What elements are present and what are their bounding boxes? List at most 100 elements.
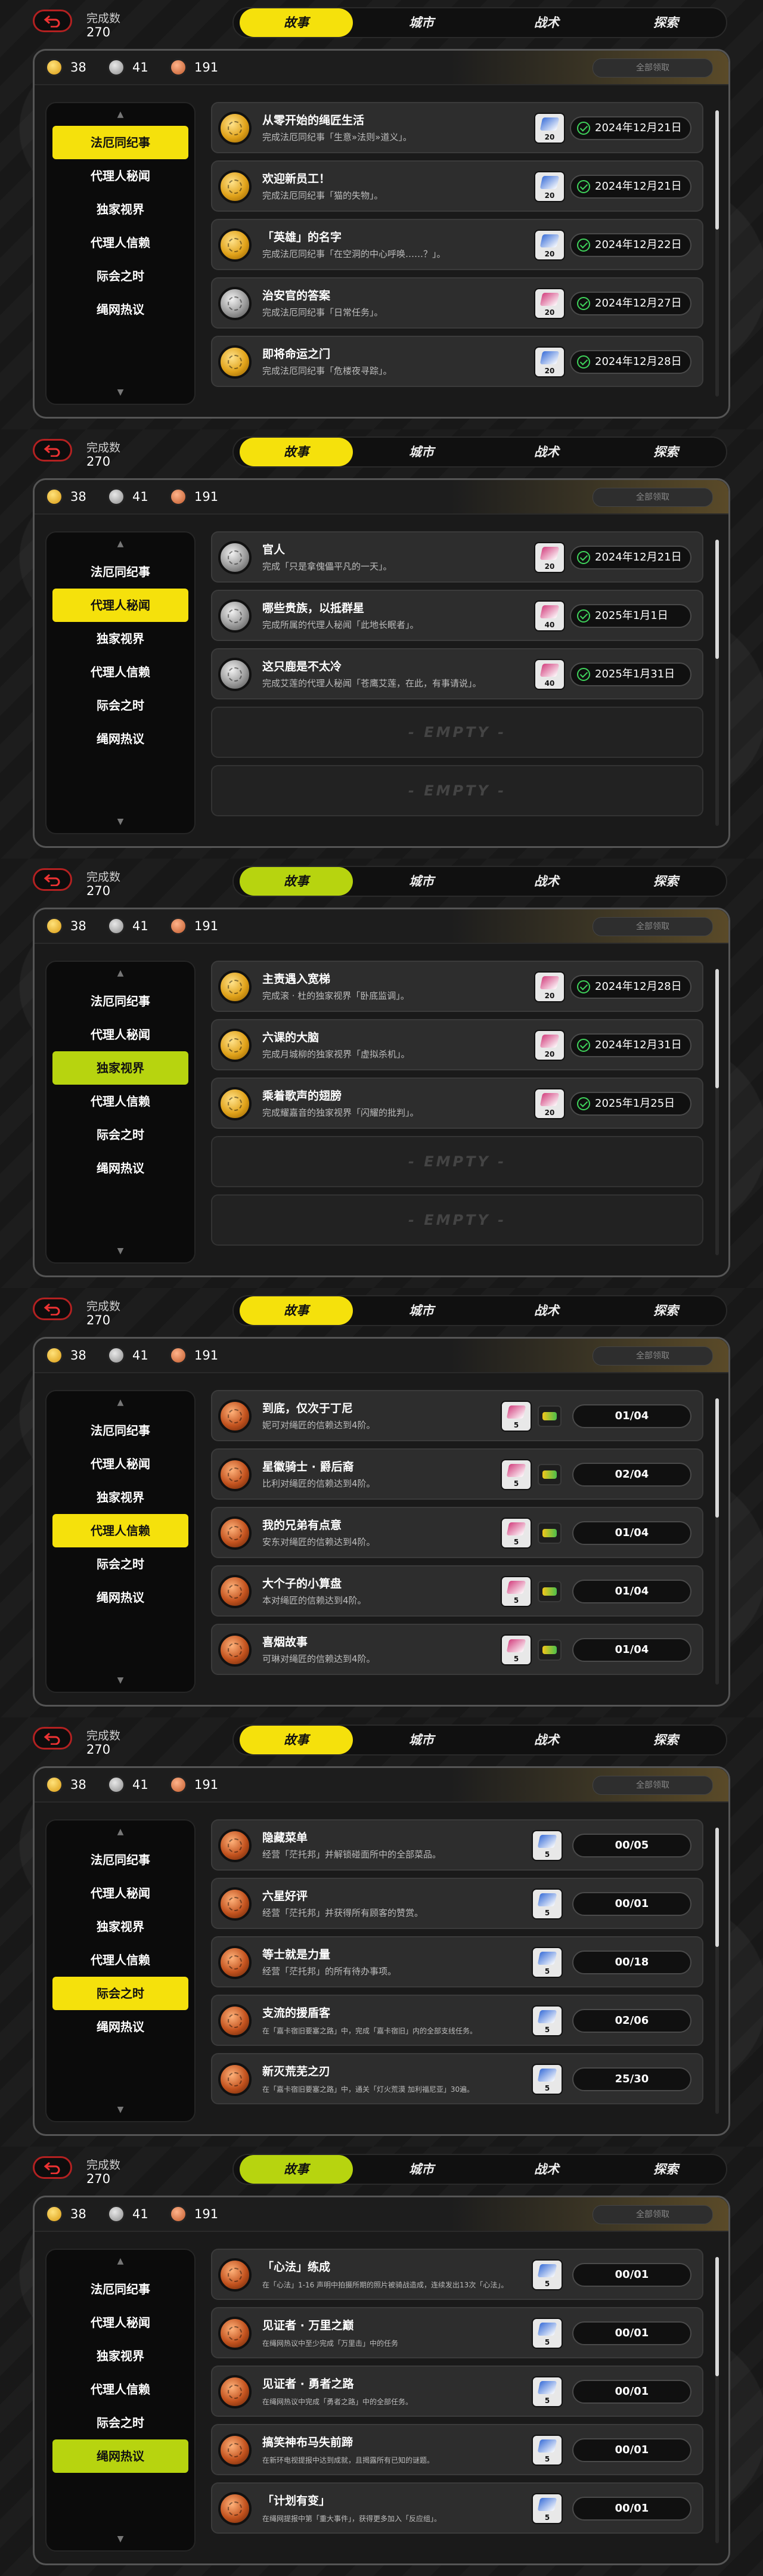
achievement-row[interactable]: 「计划有变」 在绳网提报中第「重大事件」，获得更多加入「反应组」。 5 00/01: [211, 2482, 703, 2534]
sidebar-item[interactable]: 独家视界: [52, 622, 188, 655]
back-button[interactable]: [33, 439, 72, 462]
achievement-row[interactable]: 星徽骑士 · 爵后裔 比利对绳匠的信赖达到4阶。 5 02/04: [211, 1448, 703, 1500]
achievement-row[interactable]: 六课的大脑 完成月城柳的独家视界「虚拟杀机」。 20 2024年12月31日: [211, 1019, 703, 1070]
achievement-row[interactable]: 见证者 · 勇者之路 在绳网热议中完成「勇者之路」中的全部任务。 5 00/01: [211, 2366, 703, 2417]
tab-tactics[interactable]: 战术: [490, 438, 603, 466]
sidebar-item[interactable]: 代理人秘闻: [52, 2306, 188, 2339]
tab-story[interactable]: 故事: [240, 1726, 353, 1754]
achievement-row[interactable]: 支流的援盾客 在「嘉卡宿旧要塞之路」中，完成「嘉卡宿旧」内的全部支线任务。 5 02/…: [211, 1995, 703, 2046]
back-button[interactable]: [33, 2156, 72, 2179]
achievement-row[interactable]: 隐藏菜单 经营「茫托邦」并解锁碰面所中的全部菜品。 5 00/05: [211, 1819, 703, 1871]
achievement-row[interactable]: 欢迎新员工！ 完成法厄同纪事「猫的失物」。 20 2024年12月21日: [211, 160, 703, 212]
tab-story[interactable]: 故事: [240, 2155, 353, 2184]
scrollbar-thumb[interactable]: [715, 2257, 719, 2376]
tab-tactics[interactable]: 战术: [490, 1296, 603, 1325]
achievement-row[interactable]: 这只鹿是不太冷 完成艾莲的代理人秘闻「苍鹰艾莲，在此，有事请说」。 40 2025年1…: [211, 648, 703, 699]
list-scrollbar[interactable]: [715, 2257, 719, 2543]
achievement-row[interactable]: 我的兄弟有点意 安东对绳匠的信赖达到4阶。 5 01/04: [211, 1507, 703, 1558]
sidebar-item[interactable]: 独家视界: [52, 1051, 188, 1085]
sidebar-item[interactable]: 绳网热议: [52, 1581, 188, 1614]
achievement-row[interactable]: 搞笑神布马失前蹄 在新环电视提报中达到成就，且揭露所有已知的谜题。 5 00/01: [211, 2424, 703, 2475]
scroll-down-icon[interactable]: ▼: [46, 1674, 194, 1687]
claim-all-button[interactable]: 全部领取: [593, 58, 713, 78]
sidebar-item[interactable]: 法厄同纪事: [52, 1843, 188, 1877]
sidebar-item[interactable]: 代理人信赖: [52, 1085, 188, 1118]
scroll-up-icon[interactable]: ▲: [46, 1396, 194, 1409]
sidebar-item[interactable]: 代理人秘闻: [52, 1018, 188, 1051]
sidebar-item[interactable]: 代理人信赖: [52, 2373, 188, 2406]
sidebar-item[interactable]: 代理人信赖: [52, 226, 188, 259]
tab-city[interactable]: 城市: [365, 8, 478, 37]
list-scrollbar[interactable]: [715, 969, 719, 1255]
scrollbar-thumb[interactable]: [715, 969, 719, 1088]
tab-city[interactable]: 城市: [365, 1296, 478, 1325]
tab-story[interactable]: 故事: [240, 8, 353, 37]
achievement-row[interactable]: 喜烟故事 可琳对绳匠的信赖达到4阶。 5 01/04: [211, 1624, 703, 1675]
achievement-row[interactable]: 等士就是力量 经营「茫托邦」的所有待办事项。 5 00/18: [211, 1936, 703, 1987]
scroll-up-icon[interactable]: ▲: [46, 1825, 194, 1838]
scroll-up-icon[interactable]: ▲: [46, 2255, 194, 2268]
back-button[interactable]: [33, 1727, 72, 1750]
sidebar-item[interactable]: 际会之时: [52, 1547, 188, 1581]
back-button[interactable]: [33, 1298, 72, 1320]
sidebar-item[interactable]: 代理人信赖: [52, 655, 188, 689]
list-scrollbar[interactable]: [715, 110, 719, 397]
list-scrollbar[interactable]: [715, 540, 719, 826]
achievement-row[interactable]: 官人 完成「只是拿傀儡平凡的一天」。 20 2024年12月21日: [211, 531, 703, 583]
tab-tactics[interactable]: 战术: [490, 867, 603, 896]
sidebar-item[interactable]: 际会之时: [52, 1118, 188, 1151]
scrollbar-thumb[interactable]: [715, 540, 719, 659]
tab-explore[interactable]: 探索: [609, 438, 722, 466]
tab-city[interactable]: 城市: [365, 1726, 478, 1754]
sidebar-item[interactable]: 际会之时: [52, 2406, 188, 2439]
sidebar-item[interactable]: 绳网热议: [52, 293, 188, 326]
scroll-down-icon[interactable]: ▼: [46, 2103, 194, 2116]
sidebar-item[interactable]: 际会之时: [52, 259, 188, 293]
tab-tactics[interactable]: 战术: [490, 8, 603, 37]
tab-explore[interactable]: 探索: [609, 1296, 722, 1325]
sidebar-item[interactable]: 代理人秘闻: [52, 589, 188, 622]
scrollbar-thumb[interactable]: [715, 1398, 719, 1518]
sidebar-item[interactable]: 绳网热议: [52, 722, 188, 756]
sidebar-item[interactable]: 绳网热议: [52, 1151, 188, 1185]
achievement-row[interactable]: 哪些贵族，以抵群星 完成所属的代理人秘闻「此地长眠者」。 40 2025年1月1日: [211, 590, 703, 641]
tab-explore[interactable]: 探索: [609, 867, 722, 896]
sidebar-item[interactable]: 代理人信赖: [52, 1514, 188, 1547]
sidebar-item[interactable]: 代理人信赖: [52, 1943, 188, 1977]
tab-explore[interactable]: 探索: [609, 8, 722, 37]
achievement-row[interactable]: 即将命运之门 完成法厄同纪事「危楼夜寻踪」。 20 2024年12月28日: [211, 336, 703, 387]
tab-explore[interactable]: 探索: [609, 1726, 722, 1754]
sidebar-item[interactable]: 独家视界: [52, 193, 188, 226]
sidebar-item[interactable]: 际会之时: [52, 689, 188, 722]
scroll-up-icon[interactable]: ▲: [46, 537, 194, 550]
scroll-up-icon[interactable]: ▲: [46, 108, 194, 121]
achievement-row[interactable]: 从零开始的绳匠生活 完成法厄同纪事「生意»法则»道义」。 20 2024年12月21日: [211, 102, 703, 153]
sidebar-item[interactable]: 法厄同纪事: [52, 555, 188, 589]
tab-story[interactable]: 故事: [240, 438, 353, 466]
sidebar-item[interactable]: 独家视界: [52, 1910, 188, 1943]
scroll-down-icon[interactable]: ▼: [46, 2532, 194, 2546]
sidebar-item[interactable]: 法厄同纪事: [52, 1414, 188, 1447]
achievement-row[interactable]: 新灭荒芜之刃 在「嘉卡宿旧要塞之路」中，通关「灯火荒漠 加利福尼亚」30遍。 5 25…: [211, 2053, 703, 2104]
achievement-row[interactable]: 治安官的答案 完成法厄同纪事「日常任务」。 20 2024年12月27日: [211, 277, 703, 329]
tab-explore[interactable]: 探索: [609, 2155, 722, 2184]
tab-tactics[interactable]: 战术: [490, 2155, 603, 2184]
achievement-row[interactable]: 「心法」练成 在「心法」1-16 声明中拍摄所期的照片被骑战造成，连续发出13次「…: [211, 2249, 703, 2300]
sidebar-item[interactable]: 法厄同纪事: [52, 126, 188, 159]
tab-city[interactable]: 城市: [365, 867, 478, 896]
claim-all-button[interactable]: 全部领取: [593, 917, 713, 936]
claim-all-button[interactable]: 全部领取: [593, 1776, 713, 1795]
sidebar-item[interactable]: 法厄同纪事: [52, 984, 188, 1018]
tab-tactics[interactable]: 战术: [490, 1726, 603, 1754]
sidebar-item[interactable]: 代理人秘闻: [52, 159, 188, 193]
tab-story[interactable]: 故事: [240, 867, 353, 896]
sidebar-item[interactable]: 代理人秘闻: [52, 1877, 188, 1910]
achievement-row[interactable]: 六星好评 经营「茫托邦」并获得所有顾客的赞赏。 5 00/01: [211, 1878, 703, 1929]
back-button[interactable]: [33, 10, 72, 32]
claim-all-button[interactable]: 全部领取: [593, 1346, 713, 1366]
achievement-row[interactable]: 到底，仅次于丁尼 妮可对绳匠的信赖达到4阶。 5 01/04: [211, 1390, 703, 1441]
achievement-row[interactable]: 乘着歌声的翅膀 完成耀嘉音的独家视界「闪耀的批判」。 20 2025年1月25日: [211, 1078, 703, 1129]
sidebar-item[interactable]: 代理人秘闻: [52, 1447, 188, 1481]
sidebar-item[interactable]: 独家视界: [52, 1481, 188, 1514]
scroll-down-icon[interactable]: ▼: [46, 1244, 194, 1258]
